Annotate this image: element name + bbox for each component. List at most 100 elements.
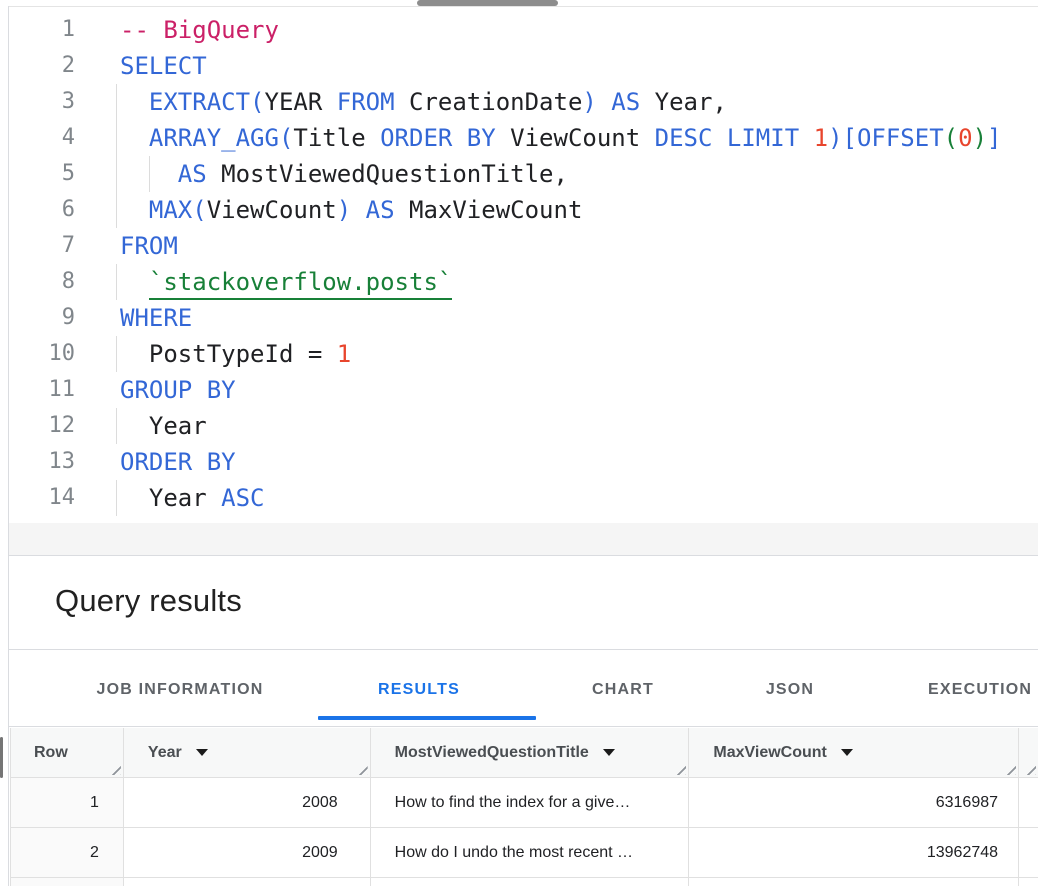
code-token: -- BigQuery — [120, 16, 279, 44]
code-line: 11 GROUP BY — [9, 372, 1038, 408]
code-token: MostViewedQuestionTitle, — [207, 160, 568, 188]
data-cell — [689, 878, 1019, 886]
column-header-row[interactable]: Row — [11, 728, 124, 778]
data-cell: How do I undo the most recent … — [371, 828, 690, 878]
code-token: 0 — [958, 124, 972, 152]
column-header-label: Year — [148, 744, 182, 762]
code-text: GROUP BY — [120, 372, 236, 408]
code-line: 6 MAX(ViewCount) AS MaxViewCount — [9, 192, 1038, 228]
column-dropdown-arrow-icon[interactable] — [841, 749, 853, 756]
indent-guide — [116, 264, 117, 300]
column-resize-handle-icon[interactable] — [673, 762, 686, 775]
code-token: ViewCount — [496, 124, 655, 152]
sql-editor[interactable]: 1 -- BigQuery 2 SELECT3 EXTRACT(YEAR FROM C… — [9, 7, 1038, 523]
code-token: ] — [987, 124, 1001, 152]
line-number: 7 — [9, 228, 75, 264]
column-dropdown-arrow-icon[interactable] — [196, 749, 208, 756]
tab-results[interactable]: RESULTS — [378, 681, 460, 699]
column-header-label: MostViewedQuestionTitle — [395, 744, 589, 762]
line-number: 1 — [9, 12, 75, 48]
code-token: Year — [120, 412, 207, 440]
code-token: FROM — [120, 232, 178, 260]
query-results-panel: Query results — [9, 557, 1038, 650]
line-number: 5 — [9, 156, 75, 192]
indent-guide — [116, 84, 117, 120]
code-line: 5 AS MostViewedQuestionTitle, — [9, 156, 1038, 192]
line-number: 14 — [9, 480, 75, 516]
row-number-cell: 2 — [11, 828, 124, 878]
code-text: -- BigQuery — [120, 12, 279, 48]
line-number: 8 — [9, 264, 75, 300]
column-resize-handle-icon[interactable] — [355, 762, 368, 775]
code-token: DESC LIMIT — [655, 124, 800, 152]
line-number: 4 — [9, 120, 75, 156]
code-text: FROM — [120, 228, 178, 264]
column-header-maxviewcount[interactable]: MaxViewCount — [689, 728, 1019, 778]
column-resize-handle-icon[interactable] — [1023, 762, 1036, 775]
code-token: GROUP BY — [120, 376, 236, 404]
code-token: Year, — [640, 88, 727, 116]
code-token: ARRAY_AGG( — [149, 124, 294, 152]
code-line: 4 ARRAY_AGG(Title ORDER BY ViewCount DES… — [9, 120, 1038, 156]
column-header-label: MaxViewCount — [713, 744, 827, 762]
code-token: AS — [178, 160, 207, 188]
code-token: EXTRACT( — [149, 88, 265, 116]
indent-guide — [116, 192, 117, 228]
code-token — [120, 268, 149, 296]
code-line: 13 ORDER BY — [9, 444, 1038, 480]
code-token: ) — [337, 196, 351, 224]
tab-execution-details[interactable]: EXECUTION DETAILS — [928, 681, 1038, 699]
query-results-title: Query results — [55, 583, 242, 619]
line-number: 2 — [9, 48, 75, 84]
code-line: 3 EXTRACT(YEAR FROM CreationDate) AS Yea… — [9, 84, 1038, 120]
code-token: MAX( — [149, 196, 207, 224]
code-token: Year — [120, 484, 221, 512]
code-token — [120, 160, 178, 188]
data-cell — [371, 878, 690, 886]
column-dropdown-arrow-icon[interactable] — [603, 749, 615, 756]
table-reference-link[interactable]: `stackoverflow.posts` — [149, 268, 452, 300]
column-header-label: Row — [34, 744, 68, 762]
column-header-year[interactable]: Year — [124, 728, 371, 778]
code-token — [120, 196, 149, 224]
tab-chart[interactable]: CHART — [592, 681, 654, 699]
code-token: PostTypeId = — [120, 340, 337, 368]
table-row: 22009How do I undo the most recent …1396… — [11, 828, 1038, 878]
column-header-mostviewedquestiontitle[interactable]: MostViewedQuestionTitle — [371, 728, 690, 778]
line-number: 6 — [9, 192, 75, 228]
vertical-scrollbar-thumb[interactable] — [0, 737, 3, 778]
column-resize-handle-icon[interactable] — [1003, 762, 1016, 775]
code-token: )[OFFSET — [828, 124, 944, 152]
code-token — [351, 196, 365, 224]
indent-guide — [116, 336, 117, 372]
code-token: 1 — [337, 340, 351, 368]
code-token: CreationDate — [395, 88, 583, 116]
code-token — [120, 88, 149, 116]
results-table: Row Year MostViewedQuestionTitle MaxViewCou… — [10, 728, 1038, 886]
code-token: ) — [582, 88, 596, 116]
code-text: SELECT — [120, 48, 207, 84]
code-text: `stackoverflow.posts` — [120, 264, 452, 300]
data-cell — [1019, 828, 1038, 878]
tab-json[interactable]: JSON — [766, 681, 814, 699]
code-token: AS — [366, 196, 395, 224]
code-token: 1 — [814, 124, 828, 152]
code-text: MAX(ViewCount) AS MaxViewCount — [120, 192, 582, 228]
code-token: ViewCount — [207, 196, 337, 224]
line-number: 11 — [9, 372, 75, 408]
code-token: ) — [973, 124, 987, 152]
line-number: 10 — [9, 336, 75, 372]
code-line: 1 -- BigQuery — [9, 12, 1038, 48]
code-text: ORDER BY — [120, 444, 236, 480]
line-number: 9 — [9, 300, 75, 336]
table-row: 12008How to find the index for a give…63… — [11, 778, 1038, 828]
line-number: 13 — [9, 444, 75, 480]
data-cell: 6316987 — [689, 778, 1019, 828]
column-resize-handle-icon[interactable] — [108, 762, 121, 775]
tab-job-information[interactable]: JOB INFORMATION — [96, 681, 263, 699]
data-cell: 2009 — [124, 828, 371, 878]
code-token: ORDER BY — [120, 448, 236, 476]
code-line: 9WHERE — [9, 300, 1038, 336]
table-row-partial — [11, 878, 1038, 886]
line-number: 12 — [9, 408, 75, 444]
